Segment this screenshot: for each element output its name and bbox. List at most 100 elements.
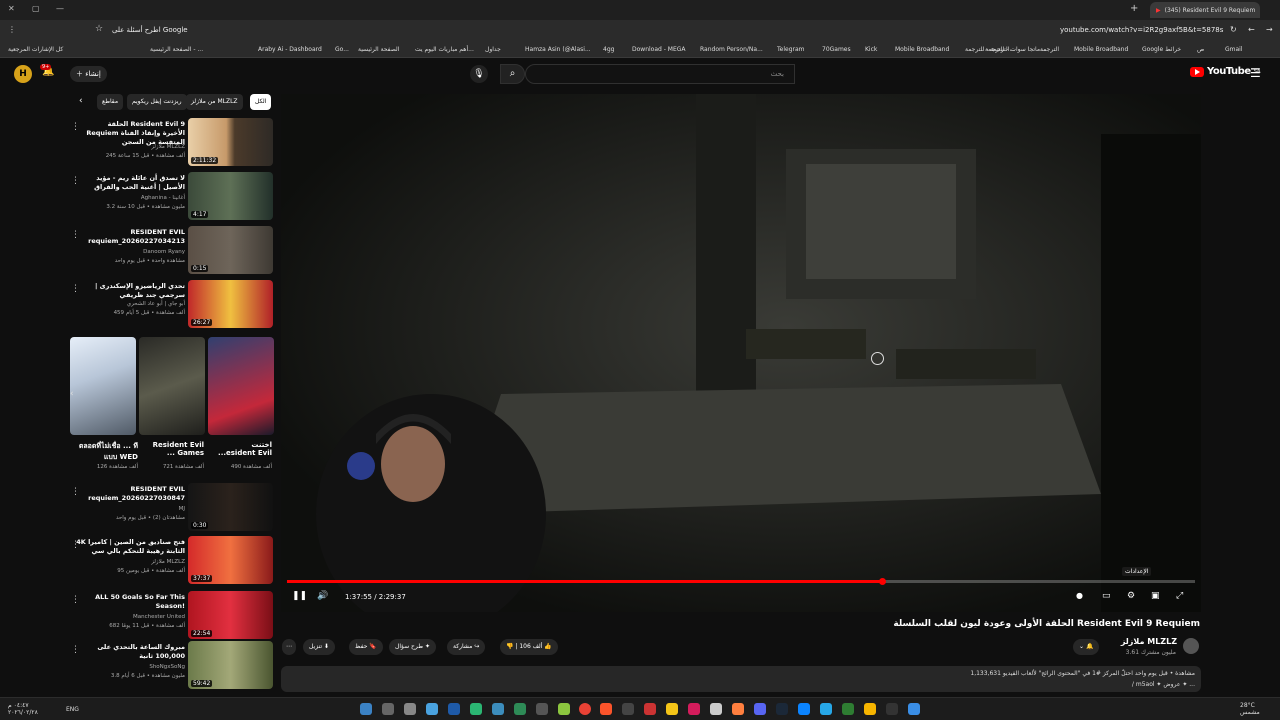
save-button[interactable]: حفظ 🔖 — [349, 639, 383, 655]
windows-start-icon[interactable] — [908, 703, 920, 715]
taskbar-app-icon[interactable] — [558, 703, 570, 715]
mic-icon[interactable]: 🎙 — [470, 65, 488, 83]
video-thumbnail[interactable]: 2:11:32 — [188, 118, 273, 166]
settings-gear-icon[interactable]: ⚙ — [1127, 591, 1135, 601]
taskbar-app-icon[interactable] — [426, 703, 438, 715]
bookmark-item[interactable]: Go... — [335, 46, 349, 53]
subtitles-icon[interactable]: ▭ — [1102, 591, 1111, 601]
taskbar-app-icon[interactable] — [666, 703, 678, 715]
ask-button[interactable]: طرح سؤال ✦ — [389, 639, 436, 655]
download-button[interactable]: تنزيل ⬇ — [303, 639, 335, 655]
bookmark-item[interactable]: ماتجا سوات - للترجمة... — [985, 46, 1046, 53]
bookmark-item[interactable]: الصفحة الرئيسية — [358, 46, 399, 53]
reload-icon[interactable]: ↻ — [1230, 25, 1237, 34]
hamburger-menu-icon[interactable]: ☰ — [1250, 66, 1261, 80]
new-tab-button[interactable]: + — [1130, 3, 1138, 14]
taskbar-app-icon[interactable] — [644, 703, 656, 715]
taskbar-app-icon[interactable] — [492, 703, 504, 715]
pause-icon[interactable]: ❚❚ — [292, 591, 307, 601]
bookmark-item[interactable]: الترجمة — [1040, 46, 1059, 53]
bookmark-star-icon[interactable]: ☆ — [95, 24, 103, 34]
list-item[interactable]: ⋮ تحدي الرياضيزو الإسكندرى | سرجمي جند ظ… — [65, 280, 275, 332]
progress-bar[interactable] — [287, 578, 1195, 585]
video-thumbnail[interactable]: 4:17 — [188, 172, 273, 220]
list-item[interactable]: ⋮ RESIDENT EVIL requiem_20260227034213 D… — [65, 226, 275, 278]
back-icon[interactable]: ← — [1248, 25, 1255, 34]
dislike-icon[interactable]: 👎 — [506, 643, 513, 650]
forward-icon[interactable]: → — [1266, 25, 1273, 34]
bookmark-item[interactable]: Kick — [865, 46, 877, 53]
folder-icon[interactable] — [864, 703, 876, 715]
menu-dots-icon[interactable]: ⋮ — [8, 25, 16, 34]
bookmark-item[interactable]: أهم مباريات اليوم يت... — [415, 46, 474, 53]
short-thumbnail[interactable] — [208, 337, 274, 435]
taskbar-app-icon[interactable] — [842, 703, 854, 715]
list-item[interactable]: ⋮ الحلقة Resident Evil 9 Requiem الأخيرة… — [65, 118, 275, 170]
video-thumbnail[interactable]: 59:42 — [188, 641, 273, 689]
bookmark-item[interactable]: Random Person/Na... — [700, 46, 763, 53]
steam-icon[interactable] — [776, 703, 788, 715]
taskbar-app-icon[interactable] — [536, 703, 548, 715]
volume-icon[interactable]: 🔊 — [317, 591, 328, 601]
channel-name[interactable]: ملازلز MLZLZ — [1121, 637, 1177, 646]
bookmark-item[interactable]: Telegram — [777, 46, 805, 53]
taskbar-app-icon[interactable] — [382, 703, 394, 715]
fullscreen-icon[interactable]: ⤢ — [1176, 591, 1183, 601]
bookmark-item[interactable]: ص — [1197, 46, 1204, 53]
close-icon[interactable]: — — [56, 4, 64, 13]
bookmark-item[interactable]: 4gg — [603, 46, 614, 53]
short-thumbnail[interactable] — [70, 337, 136, 435]
video-thumbnail[interactable]: 0:30 — [188, 483, 273, 531]
create-button[interactable]: ＋ إنشاء — [70, 66, 107, 82]
minimize-icon[interactable]: ✕ — [8, 4, 15, 13]
taskbar-app-icon[interactable] — [710, 703, 722, 715]
bookmark-item[interactable]: Gmail — [1225, 46, 1243, 53]
list-item[interactable]: ⋮ لا تصدق أن عائلة ريم - مؤيد الأصيل | أ… — [65, 172, 275, 224]
chip[interactable]: من ملازلز MLZLZ — [186, 94, 243, 110]
search-input[interactable]: بحث — [525, 64, 795, 84]
browser-tab[interactable]: ▶ (345) Resident Evil 9 Requiem — [1150, 2, 1260, 18]
brave-icon[interactable] — [600, 703, 612, 715]
bookmark-item[interactable]: كل الإشارات المرجعية — [8, 46, 63, 53]
bookmark-item[interactable]: Mobile Broadband — [1074, 46, 1128, 53]
bookmark-item[interactable]: Google خرائط — [1142, 46, 1181, 53]
subscribed-button[interactable]: ⌄ 🔔 — [1073, 639, 1100, 655]
bookmark-item[interactable]: جداول — [485, 46, 501, 53]
url-field[interactable]: youtube.com/watch?v=i2R2g9axf5B&t=5878s — [1060, 26, 1223, 34]
chip-active[interactable]: الكل — [250, 94, 272, 110]
list-item[interactable]: ⋮ RESIDENT EVIL requiem_20260227030847 M… — [65, 483, 275, 535]
bookmark-item[interactable]: 70Games — [822, 46, 851, 53]
bookmark-item[interactable]: Hamza Asin (@Alasi... — [525, 46, 591, 53]
miniplayer-icon[interactable]: ▣ — [1151, 591, 1160, 601]
shorts-prev-icon[interactable]: ‹ — [70, 389, 74, 399]
description-box[interactable]: 1,133,631 مشاهدة • قبل يوم واحد احتلّ ال… — [281, 666, 1201, 692]
system-clock[interactable]: ٠٤:٤٧ م ٢٠٢٦/٠٢/٢٨ — [8, 702, 38, 716]
like-icon[interactable]: 👍 — [544, 643, 551, 650]
taskbar-app-icon[interactable] — [404, 703, 416, 715]
video-thumbnail[interactable]: 37:37 — [188, 536, 273, 584]
bookmark-item[interactable]: Download - MEGA — [632, 46, 686, 53]
search-icon[interactable] — [886, 703, 898, 715]
like-dislike-button[interactable]: 👎 | 106 ألف 👍 — [500, 639, 558, 655]
more-actions-button[interactable]: ⋯ — [282, 639, 296, 655]
taskbar-app-icon[interactable] — [448, 703, 460, 715]
ask-google-button[interactable]: اطرح أسئلة على Google — [112, 26, 188, 34]
list-item[interactable]: ⋮ ALL 50 Goals So Far This Season! Manch… — [65, 591, 275, 643]
video-thumbnail[interactable]: 22:54 — [188, 591, 273, 639]
chrome-icon[interactable] — [579, 703, 591, 715]
list-item[interactable]: ⋮ مبروك الساعة بالتحدي على 100,000 ثانية… — [65, 641, 275, 693]
scrubber-handle[interactable] — [878, 578, 886, 585]
chip[interactable]: مقاطع — [97, 94, 124, 110]
bookmark-item[interactable]: الصفحة الرئيسية - ... — [150, 46, 203, 53]
list-item[interactable]: ⋮ 4K فتح صناديق من الصين | كاميرا الثابت… — [65, 536, 275, 588]
telegram-icon[interactable] — [820, 703, 832, 715]
weather-widget[interactable]: 28°C مشمس — [1240, 702, 1260, 716]
taskbar-app-icon[interactable] — [732, 703, 744, 715]
autoplay-icon[interactable]: ● — [1076, 591, 1083, 600]
channel-avatar[interactable] — [1183, 638, 1199, 654]
taskbar-app-icon[interactable] — [514, 703, 526, 715]
video-thumbnail[interactable]: 0:15 — [188, 226, 273, 274]
video-player[interactable] — [281, 94, 1201, 612]
short-thumbnail[interactable] — [139, 337, 205, 435]
language-indicator[interactable]: ENG — [66, 706, 79, 713]
